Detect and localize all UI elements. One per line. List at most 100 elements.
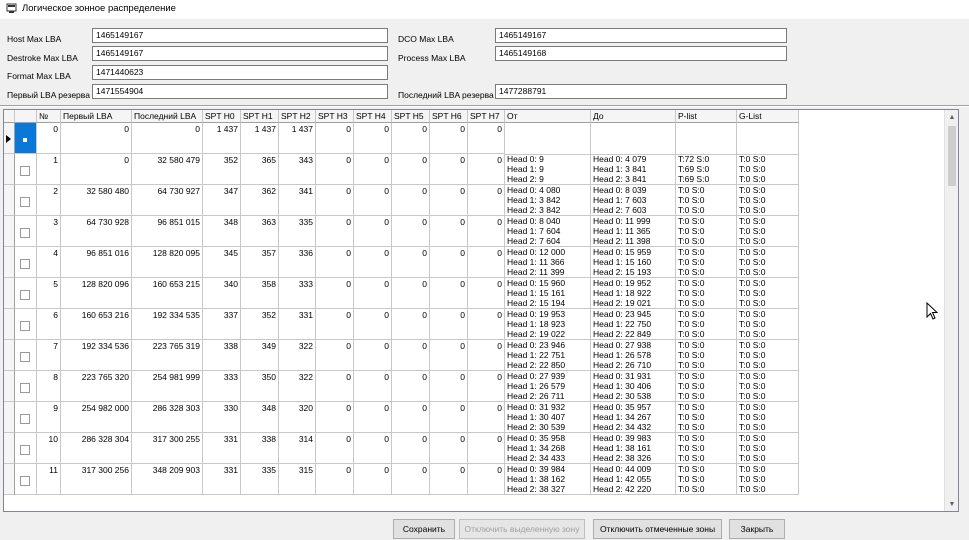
- spt-h3-cell: 0: [316, 247, 354, 278]
- zones-grid[interactable]: № Первый LBA Последний LBA SPT H0 SPT H1 SPT …: [3, 109, 959, 512]
- last-lba-cell: 317 300 255: [132, 433, 203, 464]
- column-header[interactable]: SPT H2: [279, 110, 316, 123]
- first-lba-cell: 32 580 480: [61, 185, 132, 216]
- glist-cell: T:0 S:0 T:0 S:0 T:0 S:0: [737, 433, 799, 464]
- spt-h5-cell: 0: [392, 185, 430, 216]
- column-header[interactable]: Первый LBA: [61, 110, 132, 123]
- column-header[interactable]: Последний LBA: [132, 110, 203, 123]
- zone-number: 8: [37, 371, 61, 402]
- column-header[interactable]: SPT H3: [316, 110, 354, 123]
- spt-h6-cell: 0: [430, 433, 468, 464]
- column-header[interactable]: SPT H4: [354, 110, 392, 123]
- close-button[interactable]: Закрыть: [729, 519, 785, 539]
- plist-cell: [676, 123, 737, 155]
- vertical-scrollbar[interactable]: ▲ ▼: [944, 110, 958, 511]
- scroll-down-arrow-icon[interactable]: ▼: [945, 497, 958, 511]
- zone-checkbox[interactable]: [20, 290, 30, 300]
- glist-line: T:0 S:0: [739, 247, 766, 257]
- table-row[interactable]: 11 317 300 256 348 209 903 331 335 315 0 0 0 0 0 He…: [4, 464, 799, 495]
- plist-line: T:0 S:0: [678, 216, 705, 226]
- table-row[interactable]: 3 64 730 928 96 851 015 348 363 335 0 0 0 0 0 Head …: [4, 216, 799, 247]
- zone-checkbox[interactable]: [20, 166, 30, 176]
- spt-h2-cell: 335: [279, 216, 316, 247]
- plist-line: T:0 S:0: [678, 309, 705, 319]
- plist-line: T:69 S:0: [678, 174, 710, 184]
- spt-h4-cell: 0: [354, 371, 392, 402]
- spt-h4-cell: 0: [354, 309, 392, 340]
- table-row[interactable]: 7 192 334 536 223 765 319 338 349 322 0 0 0 0 0 Hea…: [4, 340, 799, 371]
- column-header[interactable]: P-list: [676, 110, 737, 123]
- table-row[interactable]: 5 128 820 096 160 653 215 340 358 333 0 0 0 0 0 Hea…: [4, 278, 799, 309]
- zone-checkbox[interactable]: [20, 197, 30, 207]
- column-header[interactable]: От: [505, 110, 591, 123]
- spt-h0-cell: 345: [203, 247, 241, 278]
- scroll-up-arrow-icon[interactable]: ▲: [945, 110, 958, 124]
- to-cell: Head 0: 4 079 Head 1: 3 841 Head 2: 3 841: [591, 154, 676, 185]
- zone-checkbox[interactable]: [20, 383, 30, 393]
- from-cell: Head 0: 19 953 Head 1: 18 923 Head 2: 19 0…: [505, 309, 591, 340]
- column-header[interactable]: До: [591, 110, 676, 123]
- table-row[interactable]: 1 0 32 580 479 352 365 343 0 0 0 0 0 Head 0: 9 Head …: [4, 154, 799, 185]
- table-row[interactable]: 2 32 580 480 64 730 927 347 362 341 0 0 0 0 0 Head …: [4, 185, 799, 216]
- scroll-thumb[interactable]: [948, 126, 956, 186]
- process-max-lba-field[interactable]: 1465149168: [495, 46, 787, 61]
- disable-checked-zones-button[interactable]: Отключить отмеченные зоны: [593, 519, 722, 539]
- table-row[interactable]: 6 160 653 216 192 334 535 337 352 331 0 0 0 0 0 Hea…: [4, 309, 799, 340]
- from-line: Head 1: 30 407: [507, 412, 566, 422]
- glist-line: T:0 S:0: [739, 391, 766, 401]
- disable-selected-zone-button[interactable]: Отключить выделенную зону: [459, 519, 585, 539]
- spt-h5-cell: 0: [392, 371, 430, 402]
- from-line: Head 1: 15 161: [507, 288, 566, 298]
- glist-line: T:0 S:0: [739, 360, 766, 370]
- glist-line: T:0 S:0: [739, 319, 766, 329]
- column-header[interactable]: SPT H0: [203, 110, 241, 123]
- column-header[interactable]: SPT H5: [392, 110, 430, 123]
- first-reserve-lba-field[interactable]: 1471554904: [92, 84, 388, 99]
- zone-checkbox[interactable]: [20, 352, 30, 362]
- zone-checkbox[interactable]: [20, 228, 30, 238]
- plist-line: T:0 S:0: [678, 257, 705, 267]
- to-cell: Head 0: 39 983 Head 1: 38 161 Head 2: 38 3…: [591, 433, 676, 464]
- column-header[interactable]: №: [37, 110, 61, 123]
- zone-checkbox[interactable]: [20, 445, 30, 455]
- dco-max-lba-field[interactable]: 1465149167: [495, 28, 787, 43]
- row-indicator: [4, 154, 15, 185]
- from-cell: Head 0: 27 939 Head 1: 26 579 Head 2: 26 7…: [505, 371, 591, 402]
- save-button[interactable]: Сохранить: [393, 519, 455, 539]
- table-row[interactable]: 10 286 328 304 317 300 255 331 338 314 0 0 0 0 0 He…: [4, 433, 799, 464]
- spt-h3-cell: 0: [316, 464, 354, 495]
- column-header[interactable]: G-List: [737, 110, 799, 123]
- spt-h6-cell: 0: [430, 340, 468, 371]
- zone-number: 4: [37, 247, 61, 278]
- zone-checkbox[interactable]: [20, 476, 30, 486]
- destroke-max-lba-field[interactable]: 1465149167: [92, 46, 388, 61]
- from-line: Head 1: 9: [507, 164, 544, 174]
- column-header[interactable]: SPT H7: [468, 110, 505, 123]
- host-max-lba-field[interactable]: 1465149167: [92, 28, 388, 43]
- from-line: Head 0: 35 958: [507, 433, 566, 443]
- spt-h4-cell: 0: [354, 464, 392, 495]
- last-lba-cell: 0: [132, 123, 203, 154]
- table-row[interactable]: 4 96 851 016 128 820 095 345 357 336 0 0 0 0 0 Head…: [4, 247, 799, 278]
- glist-line: T:0 S:0: [739, 288, 766, 298]
- to-line: Head 2: 22 849: [593, 329, 652, 339]
- glist-line: T:0 S:0: [739, 185, 766, 195]
- zone-checkbox[interactable]: [20, 321, 30, 331]
- plist-cell: T:0 S:0 T:0 S:0 T:0 S:0: [676, 433, 737, 464]
- last-reserve-lba-field[interactable]: 1477288791: [495, 84, 787, 99]
- spt-h7-cell: 0: [468, 340, 505, 371]
- column-header[interactable]: SPT H6: [430, 110, 468, 123]
- zone-checkbox[interactable]: [20, 259, 30, 269]
- column-header[interactable]: SPT H1: [241, 110, 279, 123]
- to-line: Head 0: 31 931: [593, 371, 652, 381]
- format-max-lba-field[interactable]: 1471440623: [92, 65, 388, 80]
- glist-line: T:0 S:0: [739, 350, 766, 360]
- table-row[interactable]: 0001 437 1 437 1 437 0 0 0 0 0: [4, 123, 799, 155]
- title-bar: Логическое зонное распределение: [0, 0, 969, 19]
- zone-checkbox[interactable]: [20, 135, 30, 145]
- from-line: Head 1: 34 268: [507, 443, 566, 453]
- table-row[interactable]: 8 223 765 320 254 981 999 333 350 322 0 0 0 0 0 Hea…: [4, 371, 799, 402]
- zone-checkbox[interactable]: [20, 414, 30, 424]
- table-row[interactable]: 9 254 982 000 286 328 303 330 348 320 0 0 0 0 0 Hea…: [4, 402, 799, 433]
- spt-h6-cell: 0: [430, 464, 468, 495]
